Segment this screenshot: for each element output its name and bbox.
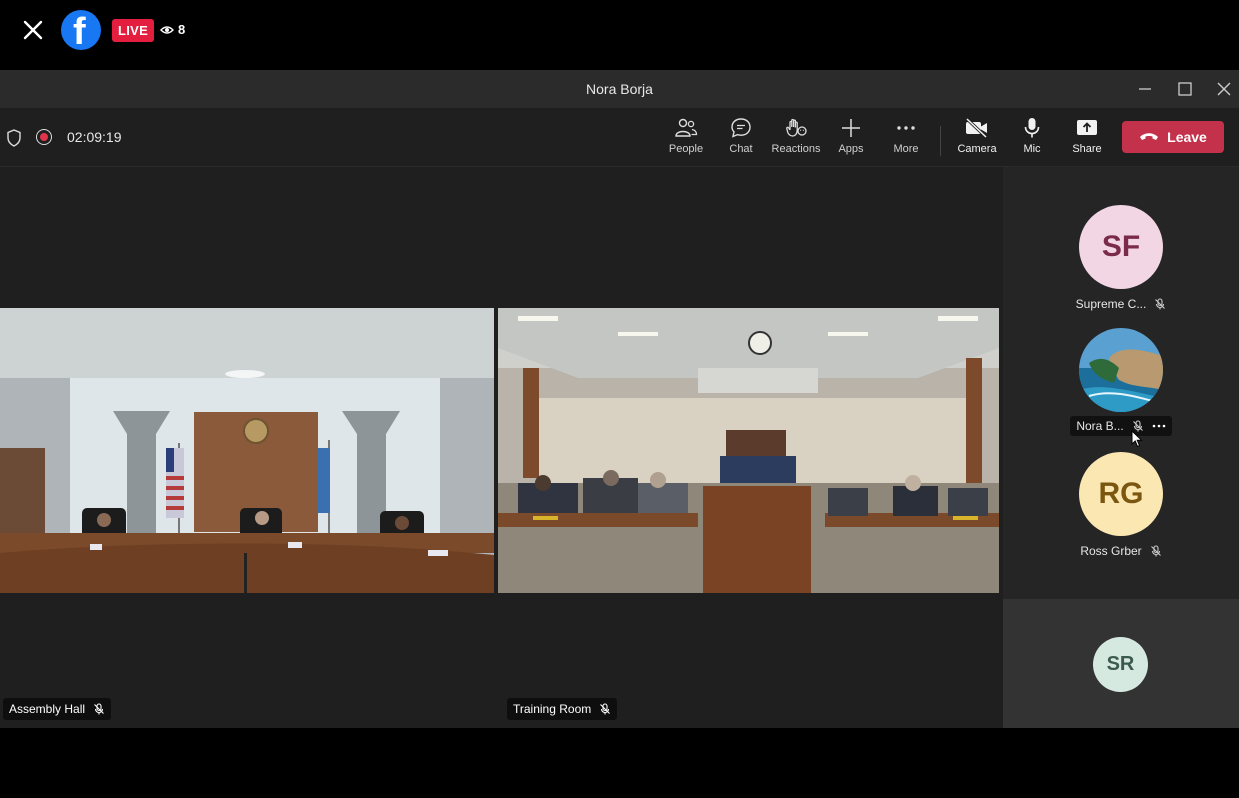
participant-name-tag: Supreme C... (1076, 297, 1167, 311)
tile-label-training-room: Training Room (513, 702, 592, 716)
tile-name-training-room: Training Room (507, 698, 618, 720)
training-room-video (498, 308, 999, 593)
participant-name-tag: Ross Grber (1080, 544, 1161, 558)
apps-label: Apps (838, 143, 864, 155)
video-tile-training-room[interactable] (498, 308, 999, 593)
video-stage: Assembly Hall Training Room (0, 167, 1003, 728)
assembly-hall-video (0, 308, 494, 593)
participant-name-tag: Nora B... (1070, 416, 1172, 436)
chat-icon (731, 118, 751, 138)
more-button[interactable]: More (878, 116, 934, 162)
window-close-icon[interactable] (1213, 78, 1235, 100)
chat-button[interactable]: Chat (713, 116, 769, 162)
recording-indicator-icon (36, 129, 52, 145)
eye-icon (160, 25, 174, 34)
mic-muted-icon (1155, 298, 1166, 310)
live-badge: LIVE (112, 19, 155, 42)
participant-name: Supreme C... (1075, 297, 1147, 311)
avatar-photo (1079, 328, 1163, 412)
video-tile-assembly-hall[interactable] (0, 308, 494, 593)
avatar (1079, 328, 1163, 412)
more-options-icon[interactable] (1152, 424, 1166, 428)
window-title: Nora Borja (586, 81, 653, 97)
reactions-icon (786, 118, 807, 137)
reactions-button[interactable]: Reactions (768, 116, 824, 162)
participant-name: Nora B... (1076, 419, 1124, 433)
mic-label: Mic (1023, 143, 1041, 155)
apps-icon (842, 119, 860, 137)
facebook-live-bar: f LIVE 8 (0, 0, 1239, 70)
camera-button[interactable]: Camera (949, 116, 1005, 162)
chat-label: Chat (729, 143, 753, 155)
toolbar-divider (940, 126, 941, 156)
tile-label-assembly-hall: Assembly Hall (9, 702, 86, 716)
leave-label: Leave (1167, 129, 1207, 145)
participant-tile-sr[interactable]: SR (1003, 599, 1239, 728)
participant-tile-rg[interactable]: RG Ross Grber (1003, 452, 1239, 560)
viewer-count-value: 8 (178, 22, 186, 37)
participant-gallery: SF Supreme C... Nora B... RG Ross Grber … (1003, 167, 1239, 728)
share-button[interactable]: Share (1059, 116, 1115, 162)
mic-muted-icon (600, 703, 611, 715)
phone-hangup-icon (1140, 133, 1159, 140)
avatar: RG (1079, 452, 1163, 536)
avatar: SF (1079, 205, 1163, 289)
tile-name-assembly-hall: Assembly Hall (3, 698, 112, 720)
more-icon (897, 126, 915, 130)
mic-button[interactable]: Mic (1004, 116, 1060, 162)
viewer-count: 8 (160, 22, 185, 37)
leave-button[interactable]: Leave (1122, 121, 1224, 153)
close-icon[interactable] (20, 17, 46, 43)
meeting-toolbar: 02:09:19 People Chat Reactions Apps More… (0, 108, 1239, 167)
share-icon (1077, 120, 1097, 135)
people-icon (675, 118, 698, 137)
maximize-icon[interactable] (1174, 78, 1196, 100)
shield-icon (7, 129, 21, 147)
people-button[interactable]: People (658, 116, 714, 162)
camera-off-icon (965, 117, 988, 139)
mic-icon (1024, 118, 1040, 138)
participant-name: Ross Grber (1080, 544, 1142, 558)
apps-button[interactable]: Apps (823, 116, 879, 162)
people-label: People (668, 143, 704, 155)
mic-muted-icon (94, 703, 104, 715)
mouse-cursor-icon (1131, 430, 1143, 448)
title-bar: Nora Borja (0, 70, 1239, 108)
share-label: Share (1072, 143, 1102, 155)
participant-tile-sf[interactable]: SF Supreme C... (1003, 205, 1239, 313)
camera-label: Camera (957, 143, 997, 155)
avatar: SR (1093, 637, 1148, 692)
more-label: More (893, 143, 919, 155)
facebook-logo-icon: f (61, 10, 101, 52)
mic-muted-icon (1150, 545, 1161, 557)
minimize-icon[interactable] (1134, 78, 1156, 100)
reactions-label: Reactions (771, 143, 821, 155)
meeting-timer: 02:09:19 (67, 129, 122, 145)
participant-tile-nora[interactable]: Nora B... (1003, 328, 1239, 448)
